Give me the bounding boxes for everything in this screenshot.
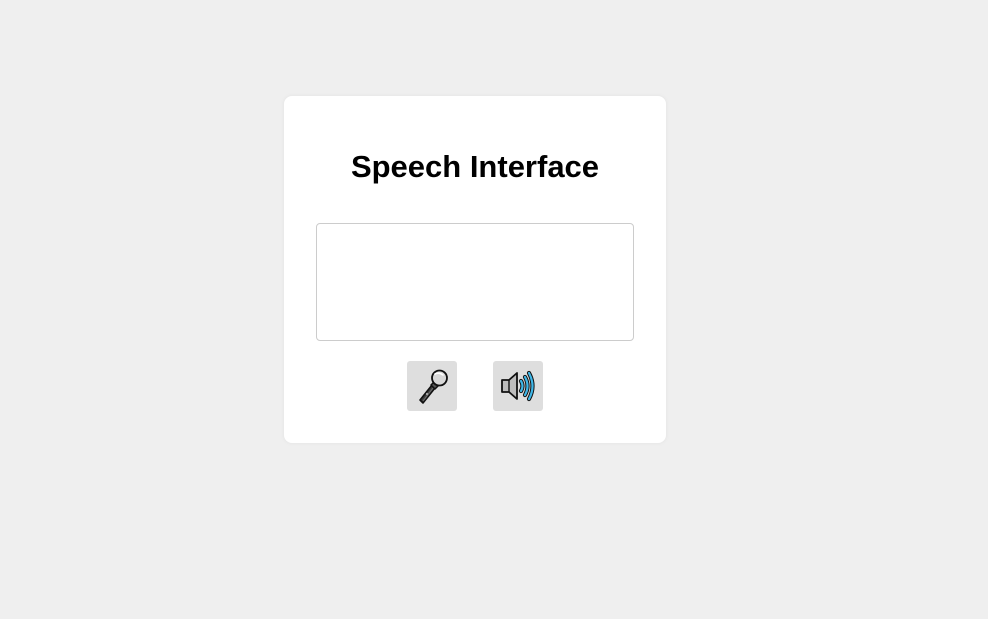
microphone-icon [414, 367, 450, 405]
speech-card: Speech Interface [284, 96, 666, 443]
speak-button[interactable] [493, 361, 543, 411]
record-button[interactable] [407, 361, 457, 411]
speaker-icon [498, 368, 538, 404]
page-title: Speech Interface [350, 149, 600, 184]
speech-text-area[interactable] [316, 223, 634, 341]
